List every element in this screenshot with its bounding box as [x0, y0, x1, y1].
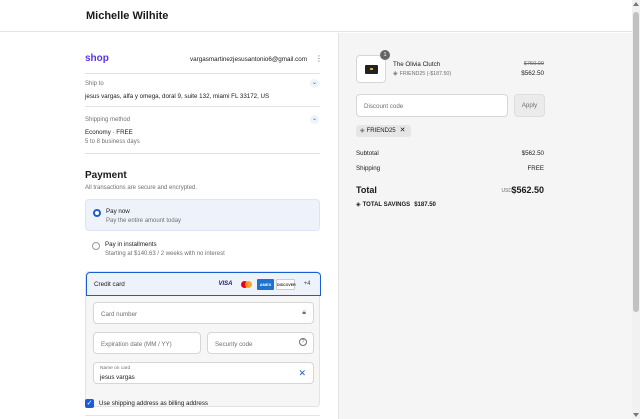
- order-summary: 1 The Olivia Clutch ◈ FRIEND25 (-$187.50)…: [338, 33, 632, 419]
- credit-card-label: Credit card: [94, 281, 125, 288]
- tag-icon: ◈: [393, 71, 398, 77]
- original-price: $750.00: [523, 61, 544, 67]
- visa-logo: VISA: [218, 281, 233, 287]
- checkout-form: shop vargasmartinezjesusantonio6@gmail.c…: [0, 33, 338, 419]
- pay-now-radio[interactable]: [93, 209, 101, 217]
- apply-button[interactable]: Apply: [514, 94, 545, 117]
- payment-title: Payment: [85, 170, 127, 181]
- card-number-field[interactable]: 🔒︎: [93, 302, 314, 324]
- pay-now-option[interactable]: Pay now Pay the entire amount today: [85, 199, 320, 231]
- mastercard-logo: [240, 279, 254, 290]
- shipping-method-label: Shipping method: [85, 117, 131, 123]
- option-desc: Starting at $140.63 / 2 weeks with no in…: [105, 251, 225, 257]
- billing-checkbox-label: Use shipping address as billing address: [99, 400, 209, 407]
- product-discount: ◈ FRIEND25 (-$187.50): [393, 71, 452, 77]
- applied-code-chip: ◈ FRIEND25 ✕: [356, 125, 411, 137]
- clutch-image: [365, 65, 378, 74]
- discover-logo: DISCOVER: [276, 279, 296, 290]
- divider: [85, 415, 320, 416]
- item-price: $562.50: [521, 70, 544, 77]
- applied-code: FRIEND25: [366, 128, 396, 134]
- more-brands: +4: [303, 281, 311, 287]
- card-number-input[interactable]: [101, 311, 261, 318]
- shipping-eta: 5 to 8 business days: [85, 139, 140, 145]
- scroll-down-arrow-icon[interactable]: [633, 413, 639, 417]
- amex-logo: AMEX: [257, 279, 274, 290]
- installments-option[interactable]: Pay in installments Starting at $140.63 …: [85, 233, 320, 265]
- subtotal-label: Subtotal: [356, 150, 379, 157]
- kebab-icon[interactable]: ⋮: [315, 54, 323, 63]
- credit-card-header[interactable]: Credit card VISA AMEX DISCOVER +4: [86, 272, 321, 296]
- currency-code: USD: [501, 188, 512, 194]
- product-name: The Olivia Clutch: [393, 61, 441, 68]
- header: Michelle Wilhite: [0, 0, 632, 32]
- name-on-card-field[interactable]: Name on card jesus vargas ✕: [93, 362, 314, 384]
- tag-icon: ◈: [356, 202, 361, 208]
- credit-card-panel: Credit card VISA AMEX DISCOVER +4 🔒︎ ? N…: [85, 271, 321, 407]
- close-icon[interactable]: ✕: [298, 368, 306, 379]
- name-on-card-value[interactable]: jesus vargas: [100, 374, 135, 381]
- ship-to-label: Ship to: [85, 81, 104, 87]
- shipping-value: FREE: [527, 165, 544, 172]
- scroll-up-arrow-icon[interactable]: [633, 2, 639, 6]
- name-on-card-label: Name on card: [100, 366, 131, 371]
- security-code-input[interactable]: [215, 341, 295, 348]
- discount-code-input[interactable]: [364, 103, 499, 110]
- account-email: vargasmartinezjesusantonio6@gmail.com: [190, 56, 307, 63]
- quantity-badge: 1: [380, 50, 390, 60]
- shop-logo: shop: [85, 53, 109, 64]
- payment-subtitle: All transactions are secure and encrypte…: [85, 185, 198, 191]
- expiry-input[interactable]: [101, 341, 196, 348]
- scrollbar[interactable]: [632, 0, 640, 419]
- subtotal-value: $562.50: [521, 150, 544, 157]
- option-title: Pay in installments: [105, 241, 157, 248]
- total-value: $562.50: [511, 185, 544, 195]
- total-savings: ◈ TOTAL SAVINGS $187.50: [356, 202, 436, 208]
- installments-radio[interactable]: [92, 242, 100, 250]
- total-label: Total: [356, 185, 377, 195]
- divider: [85, 153, 320, 154]
- scroll-thumb[interactable]: [633, 12, 639, 312]
- ship-to-address: jesus vargas, alfa y omega, doral 9, sui…: [85, 93, 270, 100]
- option-title: Pay now: [106, 208, 130, 215]
- shipping-label: Shipping: [356, 165, 381, 172]
- option-desc: Pay the entire amount today: [106, 218, 182, 224]
- chevron-down-icon[interactable]: ⌄: [310, 79, 319, 88]
- divider: [85, 106, 320, 107]
- tag-icon: ◈: [360, 128, 365, 134]
- security-code-field[interactable]: ?: [207, 332, 314, 354]
- check-icon[interactable]: ✓: [85, 399, 94, 408]
- close-icon[interactable]: ✕: [400, 127, 406, 134]
- shipping-method-name: Economy · FREE: [85, 129, 133, 136]
- help-icon[interactable]: ?: [299, 338, 307, 346]
- expiry-field[interactable]: [93, 332, 201, 354]
- chevron-down-icon[interactable]: ⌄: [310, 115, 319, 124]
- lock-icon: 🔒︎: [302, 309, 306, 316]
- store-name[interactable]: Michelle Wilhite: [86, 10, 168, 22]
- divider: [85, 73, 320, 74]
- discount-code-field[interactable]: [356, 94, 508, 117]
